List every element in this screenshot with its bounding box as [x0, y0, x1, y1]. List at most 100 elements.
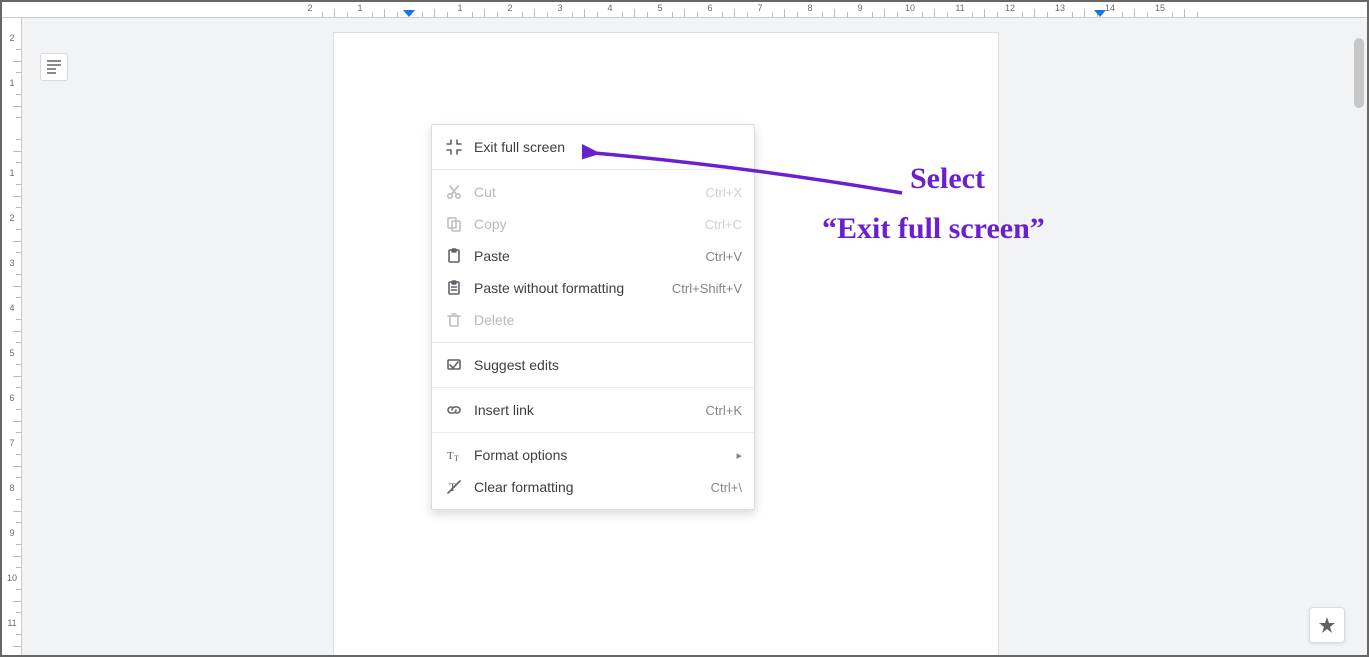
h-ruler-minor-tick: [584, 2, 585, 17]
h-ruler-minor-tick: [834, 2, 835, 17]
suggest-icon: [444, 355, 464, 375]
menu-item-paste-without-formatting[interactable]: Paste without formattingCtrl+Shift+V: [432, 272, 754, 304]
link-icon: [444, 400, 464, 420]
h-ruler-minor-tick: [747, 2, 748, 17]
h-ruler-minor-tick: [997, 2, 998, 17]
menu-item-label: Format options: [474, 447, 728, 463]
h-ruler-tick: 11: [959, 2, 960, 17]
paste-icon: [444, 246, 464, 266]
v-ruler-label: 3: [6, 258, 18, 268]
indent-marker[interactable]: [1094, 10, 1106, 17]
h-ruler-tick: 1: [359, 2, 360, 17]
v-ruler-label: 4: [6, 303, 18, 313]
outline-icon: [46, 60, 62, 74]
copy-icon: [444, 214, 464, 234]
menu-item-clear-formatting[interactable]: TClear formattingCtrl+\: [432, 471, 754, 503]
h-ruler-tick: 2: [309, 2, 310, 17]
h-ruler-minor-tick: [984, 2, 985, 17]
menu-item-format-options[interactable]: TT Format options ▸: [432, 439, 754, 471]
h-ruler-minor-tick: [697, 2, 698, 17]
h-ruler-label: 1: [353, 3, 367, 13]
explore-button[interactable]: [1309, 607, 1345, 643]
menu-item-label: Paste: [474, 248, 706, 264]
h-ruler-minor-tick: [1047, 2, 1048, 17]
h-ruler-minor-tick: [1034, 2, 1035, 17]
h-ruler-label: 4: [603, 3, 617, 13]
h-ruler-minor-tick: [647, 2, 648, 17]
annotation-text-line1: Select: [910, 158, 985, 200]
menu-separator: [432, 342, 754, 343]
explore-icon: [1318, 616, 1336, 634]
exit-fullscreen-icon: [444, 137, 464, 157]
h-ruler-minor-tick: [772, 2, 773, 17]
h-ruler-tick: 7: [759, 2, 760, 17]
menu-item-shortcut: Ctrl+C: [705, 217, 742, 232]
h-ruler-minor-tick: [572, 2, 573, 17]
h-ruler-label: 13: [1053, 3, 1067, 13]
h-ruler-minor-tick: [722, 2, 723, 17]
h-ruler-label: 7: [753, 3, 767, 13]
h-ruler-tick: 9: [859, 2, 860, 17]
h-ruler-label: 3: [553, 3, 567, 13]
h-ruler-tick: 3: [559, 2, 560, 17]
menu-item-shortcut: Ctrl+K: [706, 403, 742, 418]
v-ruler-label: 2: [6, 33, 18, 43]
menu-item-label: Copy: [474, 216, 705, 232]
menu-item-paste[interactable]: PasteCtrl+V: [432, 240, 754, 272]
cut-icon: [444, 182, 464, 202]
document-canvas[interactable]: Exit full screen CutCtrl+X CopyCtrl+C Paste…: [22, 18, 1367, 655]
menu-item-label: Cut: [474, 184, 706, 200]
show-outline-button[interactable]: [40, 53, 68, 81]
menu-item-shortcut: Ctrl+X: [706, 185, 742, 200]
menu-item-cut: CutCtrl+X: [432, 176, 754, 208]
vertical-scrollbar[interactable]: [1351, 18, 1367, 655]
svg-text:T: T: [447, 450, 454, 462]
v-ruler-label: 7: [6, 438, 18, 448]
svg-text:T: T: [454, 454, 459, 463]
menu-item-suggest-edits[interactable]: Suggest edits: [432, 349, 754, 381]
h-ruler-tick: 8: [809, 2, 810, 17]
h-ruler-minor-tick: [797, 2, 798, 17]
h-ruler-label: 5: [653, 3, 667, 13]
h-ruler-label: 6: [703, 3, 717, 13]
indent-marker[interactable]: [403, 10, 415, 17]
vertical-ruler[interactable]: 2112345678910111213: [2, 18, 22, 655]
h-ruler-tick: 14: [1109, 2, 1110, 17]
menu-item-exit-full-screen[interactable]: Exit full screen: [432, 131, 754, 163]
h-ruler-label: 10: [903, 3, 917, 13]
h-ruler-minor-tick: [947, 2, 948, 17]
h-ruler-minor-tick: [1072, 2, 1073, 17]
h-ruler-tick: 5: [659, 2, 660, 17]
h-ruler-tick: 2: [509, 2, 510, 17]
menu-item-label: Delete: [474, 312, 742, 328]
menu-item-label: Suggest edits: [474, 357, 742, 373]
delete-icon: [444, 310, 464, 330]
h-ruler-minor-tick: [1172, 2, 1173, 17]
h-ruler-minor-tick: [922, 2, 923, 17]
paste-plain-icon: [444, 278, 464, 298]
horizontal-ruler[interactable]: 21123456789101112131415: [2, 2, 1367, 18]
h-ruler-label: 15: [1153, 3, 1167, 13]
h-ruler-minor-tick: [447, 2, 448, 17]
submenu-arrow-icon: ▸: [736, 449, 742, 462]
h-ruler-minor-tick: [1022, 2, 1023, 17]
h-ruler-label: 12: [1003, 3, 1017, 13]
h-ruler-minor-tick: [872, 2, 873, 17]
scrollbar-thumb[interactable]: [1354, 38, 1364, 108]
menu-item-insert-link[interactable]: Insert linkCtrl+K: [432, 394, 754, 426]
h-ruler-label: 1: [453, 3, 467, 13]
h-ruler-tick: 15: [1159, 2, 1160, 17]
annotation-text-line2: “Exit full screen”: [822, 208, 1045, 250]
h-ruler-minor-tick: [522, 2, 523, 17]
h-ruler-tick: 10: [909, 2, 910, 17]
menu-separator: [432, 432, 754, 433]
h-ruler-minor-tick: [497, 2, 498, 17]
v-ruler-label: 10: [6, 573, 18, 583]
h-ruler-minor-tick: [372, 2, 373, 17]
h-ruler-minor-tick: [634, 2, 635, 17]
h-ruler-minor-tick: [897, 2, 898, 17]
clear-format-icon: T: [444, 477, 464, 497]
menu-separator: [432, 169, 754, 170]
h-ruler-minor-tick: [1184, 2, 1185, 17]
h-ruler-minor-tick: [484, 2, 485, 17]
